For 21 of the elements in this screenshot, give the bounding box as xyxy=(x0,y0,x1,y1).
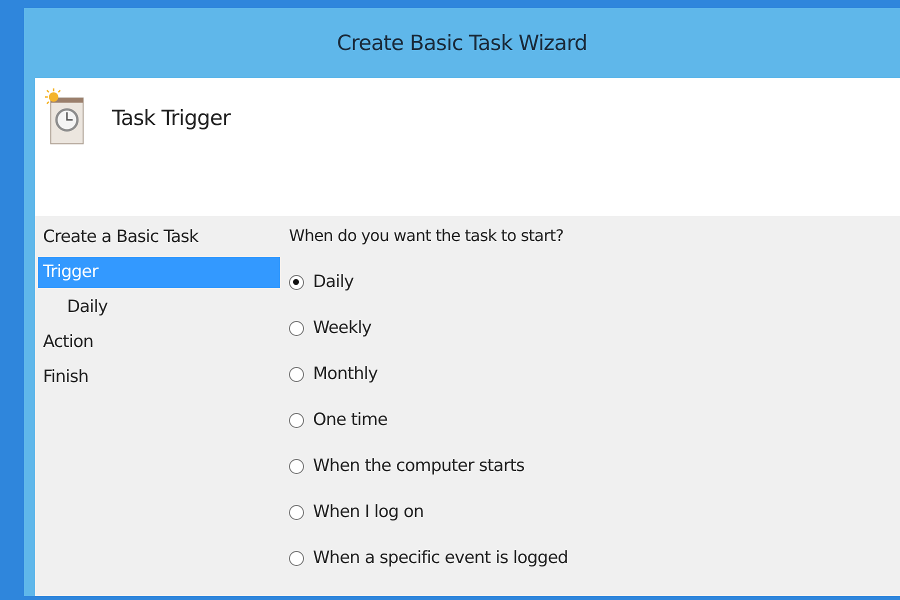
radio-button[interactable] xyxy=(289,366,304,382)
option-label[interactable]: When a specific event is logged xyxy=(313,548,568,568)
sidebar-item[interactable]: Action xyxy=(38,327,280,358)
radio-button[interactable] xyxy=(289,550,304,566)
page-title: Task Trigger xyxy=(112,106,230,130)
option-label[interactable]: Daily xyxy=(313,272,354,292)
sidebar-item[interactable]: Daily xyxy=(38,292,280,323)
radio-button[interactable] xyxy=(289,458,304,474)
radio-button[interactable] xyxy=(289,412,304,428)
question-text: When do you want the task to start? xyxy=(289,226,564,245)
radio-button[interactable] xyxy=(289,320,304,336)
option-label[interactable]: When the computer starts xyxy=(313,456,524,476)
radio-button[interactable] xyxy=(289,274,304,290)
sidebar-item[interactable]: Create a Basic Task xyxy=(38,222,280,253)
option-label[interactable]: Weekly xyxy=(313,318,372,338)
option-label[interactable]: When I log on xyxy=(313,502,424,522)
radio-button[interactable] xyxy=(289,504,304,520)
option-label[interactable]: Monthly xyxy=(313,364,378,384)
window-title: Create Basic Task Wizard xyxy=(336,31,588,55)
sidebar-item[interactable]: Finish xyxy=(38,362,280,393)
option-label[interactable]: One time xyxy=(313,410,388,430)
